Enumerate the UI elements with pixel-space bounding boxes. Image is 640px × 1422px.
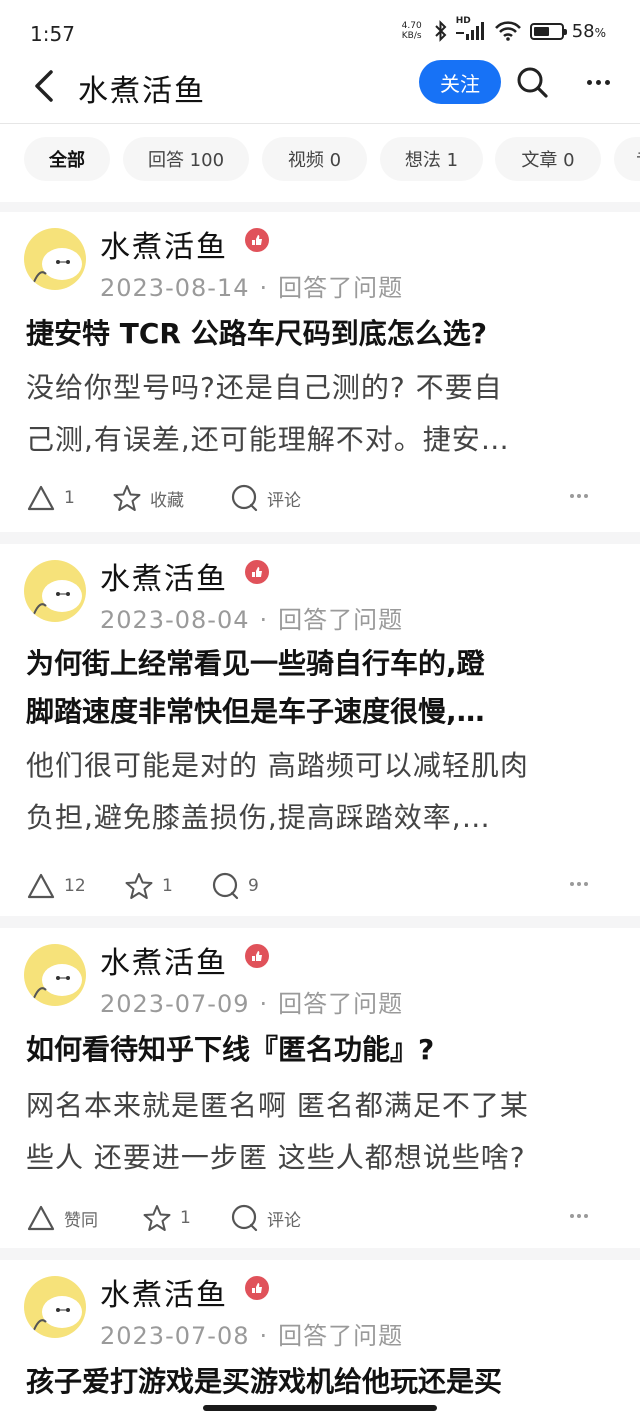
answer-meta: 2023-07-08 · 回答了问题 xyxy=(100,1322,404,1350)
network-speed-value: 4.70 xyxy=(401,21,422,31)
answer-excerpt[interactable]: 没给你型号吗?还是自己测的? 不要自 己测,有误差,还可能理解不对。捷安… xyxy=(26,362,618,466)
comment-icon xyxy=(231,1204,258,1232)
answer-excerpt[interactable]: 网名本来就是匿名啊 匿名都满足不了某 些人 还要进一步匿 这些人都想说些啥? xyxy=(26,1080,618,1184)
bluetooth-icon xyxy=(434,20,448,42)
triangle-up-icon xyxy=(27,873,55,899)
answer-meta: 2023-08-04 · 回答了问题 xyxy=(100,606,404,634)
question-title[interactable]: 为何街上经常看见一些骑自行车的,蹬 脚踏速度非常快但是车子速度很慢,… xyxy=(26,640,618,736)
badge-icon xyxy=(245,560,269,584)
follow-button[interactable]: 关注 xyxy=(419,60,501,104)
avatar-image xyxy=(33,964,82,999)
page-title: 水煮活鱼 xyxy=(78,74,206,109)
status-time: 1:57 xyxy=(30,22,75,46)
triangle-up-icon xyxy=(27,485,55,511)
question-title[interactable]: 捷安特 TCR 公路车尺码到底怎么选? xyxy=(26,310,618,358)
comment-icon xyxy=(212,872,239,900)
avatar-image xyxy=(33,580,82,615)
author-avatar[interactable] xyxy=(24,944,86,1006)
tab-all[interactable]: 全部 xyxy=(24,137,110,181)
answer-excerpt[interactable]: 他们很可能是对的 高踏频可以减轻肌肉 负担,避免膝盖损伤,提高踩踏效率,… xyxy=(26,740,618,844)
comment-button[interactable]: 评论 xyxy=(229,1200,301,1236)
tab-videos[interactable]: 视频 0 xyxy=(262,137,367,181)
chevron-left-icon xyxy=(35,70,53,102)
network-speed-unit: KB/s xyxy=(401,31,422,41)
card-more-button[interactable] xyxy=(570,1214,588,1218)
author-name[interactable]: 水煮活鱼 xyxy=(100,554,228,598)
feed-card[interactable]: 水煮活鱼 2023-07-08 · 回答了问题 孩子爱打游戏是买游戏机给他玩还是买 xyxy=(0,1260,640,1422)
avatar-image xyxy=(33,1296,82,1331)
top-app-bar: 水煮活鱼 关注 xyxy=(0,52,640,124)
tab-articles[interactable]: 文章 0 xyxy=(495,137,601,181)
author-name[interactable]: 水煮活鱼 xyxy=(100,1270,228,1314)
badge-icon xyxy=(245,228,269,252)
author-avatar[interactable] xyxy=(24,560,86,622)
search-button[interactable] xyxy=(512,62,552,102)
network-speed: 4.70 KB/s xyxy=(398,21,426,41)
tab-answers[interactable]: 回答 100 xyxy=(123,137,249,181)
more-options-button[interactable] xyxy=(578,62,618,102)
badge-icon xyxy=(245,944,269,968)
feed-card[interactable]: 水煮活鱼 2023-07-09 · 回答了问题 如何看待知乎下线『匿名功能』? 网名… xyxy=(0,928,640,1248)
favorite-button[interactable]: 1 xyxy=(142,1200,191,1236)
question-title[interactable]: 孩子爱打游戏是买游戏机给他玩还是买 xyxy=(26,1358,618,1406)
back-button[interactable] xyxy=(22,64,66,108)
feed-card[interactable]: 水煮活鱼 2023-08-14 · 回答了问题 捷安特 TCR 公路车尺码到底怎么选… xyxy=(0,212,640,532)
comment-button[interactable]: 9 xyxy=(210,868,259,904)
comment-button[interactable]: 评论 xyxy=(229,480,301,516)
vote-button[interactable]: 赞同 xyxy=(26,1200,98,1236)
star-icon xyxy=(125,873,153,899)
search-icon xyxy=(517,67,548,98)
content-filter-tabs: 全部 回答 100 视频 0 想法 1 文章 0 专 xyxy=(0,124,640,202)
star-icon xyxy=(143,1205,171,1231)
author-avatar[interactable] xyxy=(24,1276,86,1338)
tab-thoughts[interactable]: 想法 1 xyxy=(380,137,483,181)
author-avatar[interactable] xyxy=(24,228,86,290)
wifi-icon xyxy=(494,20,522,42)
home-indicator[interactable] xyxy=(203,1405,437,1411)
question-title[interactable]: 如何看待知乎下线『匿名功能』? xyxy=(26,1026,618,1074)
star-icon xyxy=(113,485,141,511)
author-name[interactable]: 水煮活鱼 xyxy=(100,938,228,982)
card-more-button[interactable] xyxy=(570,494,588,498)
more-dots-icon xyxy=(586,79,592,85)
card-actions: 12 1 9 xyxy=(26,868,618,904)
vote-button[interactable]: 12 xyxy=(26,868,86,904)
battery-icon xyxy=(529,22,567,40)
favorite-button[interactable]: 1 xyxy=(124,868,173,904)
comment-icon xyxy=(231,484,258,512)
signal-icon: HD xyxy=(455,16,486,42)
hd-label: HD xyxy=(455,16,471,26)
card-actions: 1 收藏 评论 xyxy=(26,480,618,516)
answer-meta: 2023-07-09 · 回答了问题 xyxy=(100,990,404,1018)
feed-card[interactable]: 水煮活鱼 2023-08-04 · 回答了问题 为何街上经常看见一些骑自行车的,蹬脚… xyxy=(0,544,640,916)
answer-meta: 2023-08-14 · 回答了问题 xyxy=(100,274,404,302)
triangle-up-icon xyxy=(27,1205,55,1231)
tab-columns[interactable]: 专 xyxy=(614,137,640,181)
favorite-button[interactable]: 收藏 xyxy=(112,480,184,516)
avatar-image xyxy=(33,248,82,283)
card-actions: 赞同 1 评论 xyxy=(26,1200,618,1236)
battery-percent: 58% xyxy=(571,20,606,42)
vote-button[interactable]: 1 xyxy=(26,480,75,516)
author-name[interactable]: 水煮活鱼 xyxy=(100,222,228,266)
status-icons: 4.70 KB/s HD 58% xyxy=(398,16,606,42)
card-more-button[interactable] xyxy=(570,882,588,886)
badge-icon xyxy=(245,1276,269,1300)
